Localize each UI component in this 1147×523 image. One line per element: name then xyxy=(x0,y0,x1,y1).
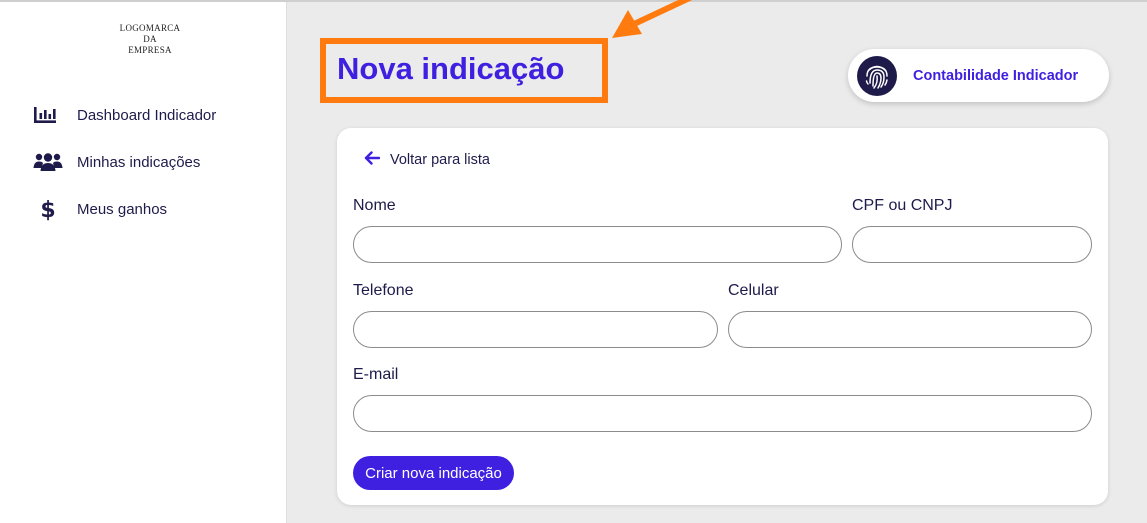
sidebar-item-label: Meus ganhos xyxy=(77,200,168,218)
company-logo: LOGOMARCA DA EMPRESA xyxy=(100,23,200,56)
page-title: Nova indicação xyxy=(337,51,565,86)
cpf-cnpj-label: CPF ou CNPJ xyxy=(852,197,953,214)
chart-bar-icon xyxy=(33,103,65,127)
sidebar-item-label: Dashboard Indicador xyxy=(77,106,217,124)
telefone-label: Telefone xyxy=(353,282,414,299)
nome-label: Nome xyxy=(353,197,396,214)
annotation-arrow-icon xyxy=(612,0,693,38)
sidebar-item-dashboard[interactable]: Dashboard Indicador xyxy=(33,102,216,128)
nome-input[interactable] xyxy=(353,226,842,263)
telefone-input[interactable] xyxy=(353,311,718,348)
celular-label: Celular xyxy=(728,282,779,299)
svg-text:$: $ xyxy=(40,198,55,221)
back-to-list-link[interactable]: Voltar para lista xyxy=(364,150,490,170)
sidebar-item-minhas-indicacoes[interactable]: Minhas indicações xyxy=(33,149,200,175)
logo-line: DA xyxy=(143,34,157,44)
back-to-list-label: Voltar para lista xyxy=(390,152,490,168)
sidebar-item-meus-ganhos[interactable]: $ Meus ganhos xyxy=(33,196,167,222)
sidebar: LOGOMARCA DA EMPRESA Dashboard Indicador xyxy=(0,2,287,523)
create-indication-button[interactable]: Criar nova indicação xyxy=(353,456,514,490)
arrow-left-icon xyxy=(364,150,381,170)
user-name: Contabilidade Indicador xyxy=(913,67,1079,84)
email-label: E-mail xyxy=(353,366,399,383)
user-profile-chip[interactable]: Contabilidade Indicador xyxy=(848,49,1109,102)
fingerprint-icon xyxy=(857,55,897,96)
email-input[interactable] xyxy=(353,395,1092,432)
logo-line: LOGOMARCA xyxy=(119,23,181,33)
dollar-icon: $ xyxy=(33,197,65,221)
celular-input[interactable] xyxy=(728,311,1092,348)
cpf-cnpj-input[interactable] xyxy=(852,226,1092,263)
logo-line: EMPRESA xyxy=(128,45,172,55)
users-icon xyxy=(33,150,65,174)
sidebar-item-label: Minhas indicações xyxy=(77,153,201,171)
